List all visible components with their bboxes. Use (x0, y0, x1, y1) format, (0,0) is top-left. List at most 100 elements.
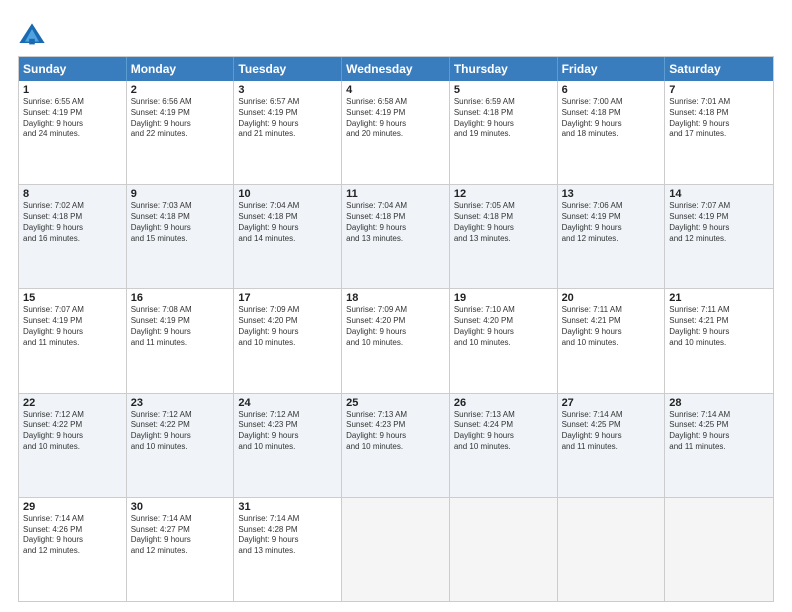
day-number: 11 (346, 188, 445, 200)
day-number: 6 (562, 84, 661, 96)
day-cell-12: 12Sunrise: 7:05 AMSunset: 4:18 PMDayligh… (450, 185, 558, 288)
day-info: Sunrise: 7:00 AMSunset: 4:18 PMDaylight:… (562, 97, 661, 140)
day-number: 26 (454, 397, 553, 409)
day-number: 14 (669, 188, 769, 200)
day-number: 9 (131, 188, 230, 200)
day-info: Sunrise: 7:13 AMSunset: 4:24 PMDaylight:… (454, 410, 553, 453)
logo (18, 22, 50, 50)
day-info: Sunrise: 7:04 AMSunset: 4:18 PMDaylight:… (238, 201, 337, 244)
calendar: SundayMondayTuesdayWednesdayThursdayFrid… (18, 56, 774, 602)
empty-cell (342, 498, 450, 601)
day-info: Sunrise: 7:07 AMSunset: 4:19 PMDaylight:… (23, 305, 122, 348)
day-info: Sunrise: 7:05 AMSunset: 4:18 PMDaylight:… (454, 201, 553, 244)
day-info: Sunrise: 7:14 AMSunset: 4:26 PMDaylight:… (23, 514, 122, 557)
day-info: Sunrise: 7:14 AMSunset: 4:27 PMDaylight:… (131, 514, 230, 557)
day-cell-8: 8Sunrise: 7:02 AMSunset: 4:18 PMDaylight… (19, 185, 127, 288)
day-info: Sunrise: 7:01 AMSunset: 4:18 PMDaylight:… (669, 97, 769, 140)
day-cell-19: 19Sunrise: 7:10 AMSunset: 4:20 PMDayligh… (450, 289, 558, 392)
day-info: Sunrise: 6:57 AMSunset: 4:19 PMDaylight:… (238, 97, 337, 140)
day-cell-27: 27Sunrise: 7:14 AMSunset: 4:25 PMDayligh… (558, 394, 666, 497)
day-number: 19 (454, 292, 553, 304)
calendar-row-1: 1Sunrise: 6:55 AMSunset: 4:19 PMDaylight… (19, 81, 773, 185)
day-cell-15: 15Sunrise: 7:07 AMSunset: 4:19 PMDayligh… (19, 289, 127, 392)
header-day-thursday: Thursday (450, 57, 558, 81)
day-cell-10: 10Sunrise: 7:04 AMSunset: 4:18 PMDayligh… (234, 185, 342, 288)
page: SundayMondayTuesdayWednesdayThursdayFrid… (0, 0, 792, 612)
day-cell-22: 22Sunrise: 7:12 AMSunset: 4:22 PMDayligh… (19, 394, 127, 497)
day-info: Sunrise: 7:12 AMSunset: 4:23 PMDaylight:… (238, 410, 337, 453)
empty-cell (558, 498, 666, 601)
day-number: 7 (669, 84, 769, 96)
day-cell-29: 29Sunrise: 7:14 AMSunset: 4:26 PMDayligh… (19, 498, 127, 601)
day-number: 27 (562, 397, 661, 409)
day-cell-4: 4Sunrise: 6:58 AMSunset: 4:19 PMDaylight… (342, 81, 450, 184)
day-info: Sunrise: 7:03 AMSunset: 4:18 PMDaylight:… (131, 201, 230, 244)
day-number: 22 (23, 397, 122, 409)
header-day-tuesday: Tuesday (234, 57, 342, 81)
day-cell-28: 28Sunrise: 7:14 AMSunset: 4:25 PMDayligh… (665, 394, 773, 497)
day-info: Sunrise: 7:12 AMSunset: 4:22 PMDaylight:… (131, 410, 230, 453)
day-number: 16 (131, 292, 230, 304)
day-cell-16: 16Sunrise: 7:08 AMSunset: 4:19 PMDayligh… (127, 289, 235, 392)
day-info: Sunrise: 7:09 AMSunset: 4:20 PMDaylight:… (346, 305, 445, 348)
day-cell-26: 26Sunrise: 7:13 AMSunset: 4:24 PMDayligh… (450, 394, 558, 497)
day-number: 12 (454, 188, 553, 200)
day-cell-24: 24Sunrise: 7:12 AMSunset: 4:23 PMDayligh… (234, 394, 342, 497)
day-number: 1 (23, 84, 122, 96)
day-cell-30: 30Sunrise: 7:14 AMSunset: 4:27 PMDayligh… (127, 498, 235, 601)
day-info: Sunrise: 7:11 AMSunset: 4:21 PMDaylight:… (562, 305, 661, 348)
day-cell-20: 20Sunrise: 7:11 AMSunset: 4:21 PMDayligh… (558, 289, 666, 392)
day-number: 8 (23, 188, 122, 200)
day-cell-3: 3Sunrise: 6:57 AMSunset: 4:19 PMDaylight… (234, 81, 342, 184)
day-cell-14: 14Sunrise: 7:07 AMSunset: 4:19 PMDayligh… (665, 185, 773, 288)
day-cell-18: 18Sunrise: 7:09 AMSunset: 4:20 PMDayligh… (342, 289, 450, 392)
day-cell-5: 5Sunrise: 6:59 AMSunset: 4:18 PMDaylight… (450, 81, 558, 184)
day-info: Sunrise: 7:04 AMSunset: 4:18 PMDaylight:… (346, 201, 445, 244)
header-day-wednesday: Wednesday (342, 57, 450, 81)
day-info: Sunrise: 7:09 AMSunset: 4:20 PMDaylight:… (238, 305, 337, 348)
header-day-friday: Friday (558, 57, 666, 81)
day-info: Sunrise: 7:12 AMSunset: 4:22 PMDaylight:… (23, 410, 122, 453)
day-info: Sunrise: 7:07 AMSunset: 4:19 PMDaylight:… (669, 201, 769, 244)
day-number: 5 (454, 84, 553, 96)
day-cell-17: 17Sunrise: 7:09 AMSunset: 4:20 PMDayligh… (234, 289, 342, 392)
day-cell-7: 7Sunrise: 7:01 AMSunset: 4:18 PMDaylight… (665, 81, 773, 184)
calendar-body: 1Sunrise: 6:55 AMSunset: 4:19 PMDaylight… (19, 81, 773, 601)
calendar-row-3: 15Sunrise: 7:07 AMSunset: 4:19 PMDayligh… (19, 289, 773, 393)
day-cell-6: 6Sunrise: 7:00 AMSunset: 4:18 PMDaylight… (558, 81, 666, 184)
day-cell-13: 13Sunrise: 7:06 AMSunset: 4:19 PMDayligh… (558, 185, 666, 288)
day-info: Sunrise: 7:11 AMSunset: 4:21 PMDaylight:… (669, 305, 769, 348)
day-info: Sunrise: 7:08 AMSunset: 4:19 PMDaylight:… (131, 305, 230, 348)
empty-cell (450, 498, 558, 601)
day-info: Sunrise: 7:14 AMSunset: 4:25 PMDaylight:… (669, 410, 769, 453)
day-info: Sunrise: 6:56 AMSunset: 4:19 PMDaylight:… (131, 97, 230, 140)
day-number: 29 (23, 501, 122, 513)
day-cell-21: 21Sunrise: 7:11 AMSunset: 4:21 PMDayligh… (665, 289, 773, 392)
header-day-sunday: Sunday (19, 57, 127, 81)
day-number: 20 (562, 292, 661, 304)
day-number: 10 (238, 188, 337, 200)
day-info: Sunrise: 7:14 AMSunset: 4:25 PMDaylight:… (562, 410, 661, 453)
day-number: 28 (669, 397, 769, 409)
day-number: 18 (346, 292, 445, 304)
day-number: 4 (346, 84, 445, 96)
day-number: 2 (131, 84, 230, 96)
day-info: Sunrise: 6:58 AMSunset: 4:19 PMDaylight:… (346, 97, 445, 140)
day-number: 24 (238, 397, 337, 409)
day-info: Sunrise: 7:13 AMSunset: 4:23 PMDaylight:… (346, 410, 445, 453)
calendar-row-2: 8Sunrise: 7:02 AMSunset: 4:18 PMDaylight… (19, 185, 773, 289)
day-cell-1: 1Sunrise: 6:55 AMSunset: 4:19 PMDaylight… (19, 81, 127, 184)
day-info: Sunrise: 7:02 AMSunset: 4:18 PMDaylight:… (23, 201, 122, 244)
day-number: 23 (131, 397, 230, 409)
day-cell-25: 25Sunrise: 7:13 AMSunset: 4:23 PMDayligh… (342, 394, 450, 497)
calendar-row-5: 29Sunrise: 7:14 AMSunset: 4:26 PMDayligh… (19, 498, 773, 601)
day-info: Sunrise: 6:55 AMSunset: 4:19 PMDaylight:… (23, 97, 122, 140)
calendar-row-4: 22Sunrise: 7:12 AMSunset: 4:22 PMDayligh… (19, 394, 773, 498)
empty-cell (665, 498, 773, 601)
day-cell-23: 23Sunrise: 7:12 AMSunset: 4:22 PMDayligh… (127, 394, 235, 497)
day-cell-31: 31Sunrise: 7:14 AMSunset: 4:28 PMDayligh… (234, 498, 342, 601)
day-cell-2: 2Sunrise: 6:56 AMSunset: 4:19 PMDaylight… (127, 81, 235, 184)
day-number: 30 (131, 501, 230, 513)
day-number: 31 (238, 501, 337, 513)
day-info: Sunrise: 6:59 AMSunset: 4:18 PMDaylight:… (454, 97, 553, 140)
